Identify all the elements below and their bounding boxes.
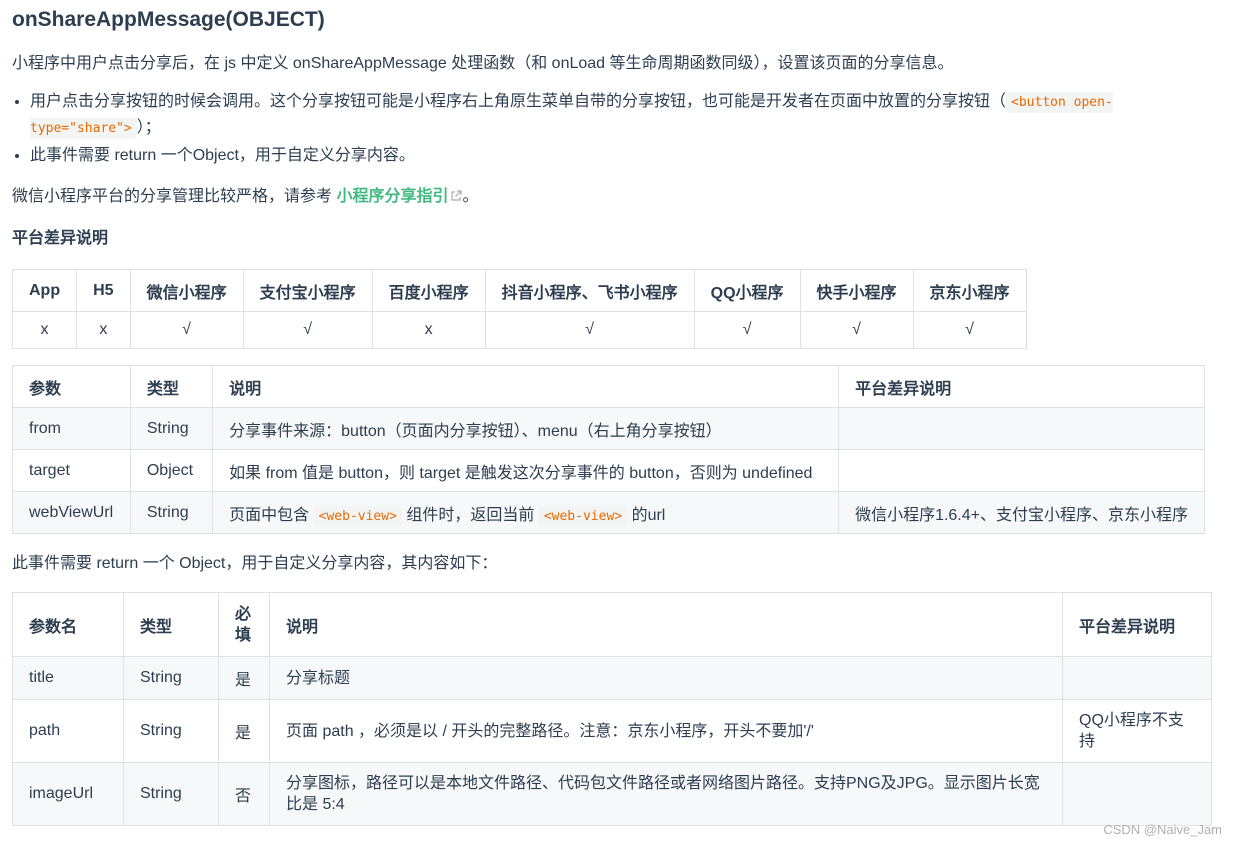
param-platform xyxy=(838,407,1205,450)
inline-code: <web-view> xyxy=(313,505,402,527)
table-row: path String 是 页面 path ，必须是以 / 开头的完整路径。注意… xyxy=(12,699,1212,763)
return-desc: 页面 path ，必须是以 / 开头的完整路径。注意：京东小程序，开头不要加'/… xyxy=(269,699,1063,763)
platform-header-row: App H5 微信小程序 支付宝小程序 百度小程序 抖音小程序、飞书小程序 QQ… xyxy=(11,269,1027,312)
return-required: 否 xyxy=(218,762,270,826)
share-guide-link[interactable]: 小程序分享指引 xyxy=(336,188,463,205)
params-table: 参数 类型 说明 平台差异说明 from String 分享事件来源：butto… xyxy=(12,365,1205,534)
params-header: 说明 xyxy=(212,365,840,408)
guide-paragraph: 微信小程序平台的分享管理比较严格，请参考 小程序分享指引。 xyxy=(12,184,1224,210)
return-type: String xyxy=(123,762,219,826)
return-name: path xyxy=(12,699,124,763)
platform-header: App xyxy=(11,269,78,312)
platform-header: 快手小程序 xyxy=(799,269,914,312)
bullet-item: 用户点击分享按钮的时候会调用。这个分享按钮可能是小程序右上角原生菜单自带的分享按… xyxy=(30,89,1224,141)
param-type: String xyxy=(129,407,214,450)
doc-page: onShareAppMessage(OBJECT) 小程序中用户点击分享后，在 … xyxy=(0,0,1236,826)
platform-header: QQ小程序 xyxy=(693,269,801,312)
platform-header: H5 xyxy=(76,269,131,312)
guide-text: 微信小程序平台的分享管理比较严格，请参考 xyxy=(12,188,333,205)
external-link-icon xyxy=(451,190,463,201)
platform-value: x xyxy=(11,311,78,349)
platform-value: √ xyxy=(799,311,914,349)
return-table: 参数名 类型 必填 说明 平台差异说明 title String 是 分享标题 … xyxy=(12,592,1212,826)
return-intro: 此事件需要 return 一个 Object，用于自定义分享内容，其内容如下： xyxy=(12,555,498,572)
return-desc: 分享标题 xyxy=(269,656,1063,700)
table-row: title String 是 分享标题 xyxy=(12,656,1212,700)
param-platform: 微信小程序1.6.4+、支付宝小程序、京东小程序 xyxy=(838,491,1205,534)
params-header-row: 参数 类型 说明 平台差异说明 xyxy=(12,365,1205,408)
return-required: 是 xyxy=(218,699,270,763)
param-name: from xyxy=(12,407,131,450)
platform-header: 微信小程序 xyxy=(129,269,244,312)
platform-value: √ xyxy=(912,311,1027,349)
intro-paragraph: 小程序中用户点击分享后，在 js 中定义 onShareAppMessage 处… xyxy=(12,55,954,72)
param-name: webViewUrl xyxy=(12,491,131,534)
platform-value: √ xyxy=(129,311,244,349)
platform-value: √ xyxy=(693,311,801,349)
params-header: 类型 xyxy=(129,365,214,408)
param-name: target xyxy=(12,449,131,492)
table-row: target Object 如果 from 值是 button，则 target… xyxy=(12,449,1205,492)
platform-value: x xyxy=(76,311,131,349)
return-platform xyxy=(1062,762,1212,826)
return-required: 是 xyxy=(218,656,270,700)
platform-header: 京东小程序 xyxy=(912,269,1027,312)
platform-header: 支付宝小程序 xyxy=(242,269,373,312)
params-header: 平台差异说明 xyxy=(838,365,1205,408)
platform-heading: 平台差异说明 xyxy=(12,230,109,247)
return-desc: 分享图标，路径可以是本地文件路径、代码包文件路径或者网络图片路径。支持PNG及J… xyxy=(269,762,1063,826)
bullet-text: 此事件需要 return 一个Object，用于自定义分享内容。 xyxy=(30,147,415,164)
return-header: 参数名 xyxy=(12,592,124,657)
platform-header: 抖音小程序、飞书小程序 xyxy=(484,269,695,312)
platform-value: √ xyxy=(242,311,373,349)
param-desc: 分享事件来源：button（页面内分享按钮）、menu（右上角分享按钮） xyxy=(212,407,840,450)
platform-value: √ xyxy=(484,311,695,349)
param-desc-text: 的url xyxy=(631,506,666,524)
return-header: 说明 xyxy=(269,592,1063,657)
param-desc: 页面中包含 <web-view> 组件时，返回当前 <web-view> 的ur… xyxy=(212,491,840,534)
param-desc-text: 组件时，返回当前 xyxy=(406,506,535,524)
bullet-list: 用户点击分享按钮的时候会调用。这个分享按钮可能是小程序右上角原生菜单自带的分享按… xyxy=(12,89,1224,168)
return-type: String xyxy=(123,656,219,700)
param-type: String xyxy=(129,491,214,534)
watermark: CSDN @Naive_Jam xyxy=(1103,822,1222,837)
table-row: webViewUrl String 页面中包含 <web-view> 组件时，返… xyxy=(12,491,1205,534)
return-header-row: 参数名 类型 必填 说明 平台差异说明 xyxy=(12,592,1212,657)
bullet-item: 此事件需要 return 一个Object，用于自定义分享内容。 xyxy=(30,143,1224,168)
param-desc-text: 页面中包含 xyxy=(229,506,310,524)
return-type: String xyxy=(123,699,219,763)
param-type: Object xyxy=(129,449,214,492)
table-row: imageUrl String 否 分享图标，路径可以是本地文件路径、代码包文件… xyxy=(12,762,1212,826)
params-header: 参数 xyxy=(12,365,131,408)
bullet-text: 用户点击分享按钮的时候会调用。这个分享按钮可能是小程序右上角原生菜单自带的分享按… xyxy=(30,93,1007,110)
platform-value: x xyxy=(371,311,486,349)
table-row: from String 分享事件来源：button（页面内分享按钮）、menu（… xyxy=(12,407,1205,450)
return-header: 类型 xyxy=(123,592,219,657)
inline-code: <web-view> xyxy=(538,505,628,527)
guide-text-end: 。 xyxy=(462,188,479,205)
return-platform xyxy=(1062,656,1212,700)
page-title: onShareAppMessage(OBJECT) xyxy=(12,8,325,31)
return-header: 平台差异说明 xyxy=(1062,592,1212,657)
share-guide-link-label: 小程序分享指引 xyxy=(336,188,449,205)
param-desc: 如果 from 值是 button，则 target 是触发这次分享事件的 bu… xyxy=(212,449,840,492)
bullet-text-end: ）； xyxy=(136,119,161,136)
param-platform xyxy=(838,449,1205,492)
platform-table: App H5 微信小程序 支付宝小程序 百度小程序 抖音小程序、飞书小程序 QQ… xyxy=(11,269,1027,349)
return-name: title xyxy=(12,656,124,700)
platform-header: 百度小程序 xyxy=(371,269,486,312)
return-header: 必填 xyxy=(218,592,270,657)
return-name: imageUrl xyxy=(12,762,124,826)
platform-value-row: x x √ √ x √ √ √ √ xyxy=(11,311,1027,349)
return-platform: QQ小程序不支持 xyxy=(1062,699,1212,763)
